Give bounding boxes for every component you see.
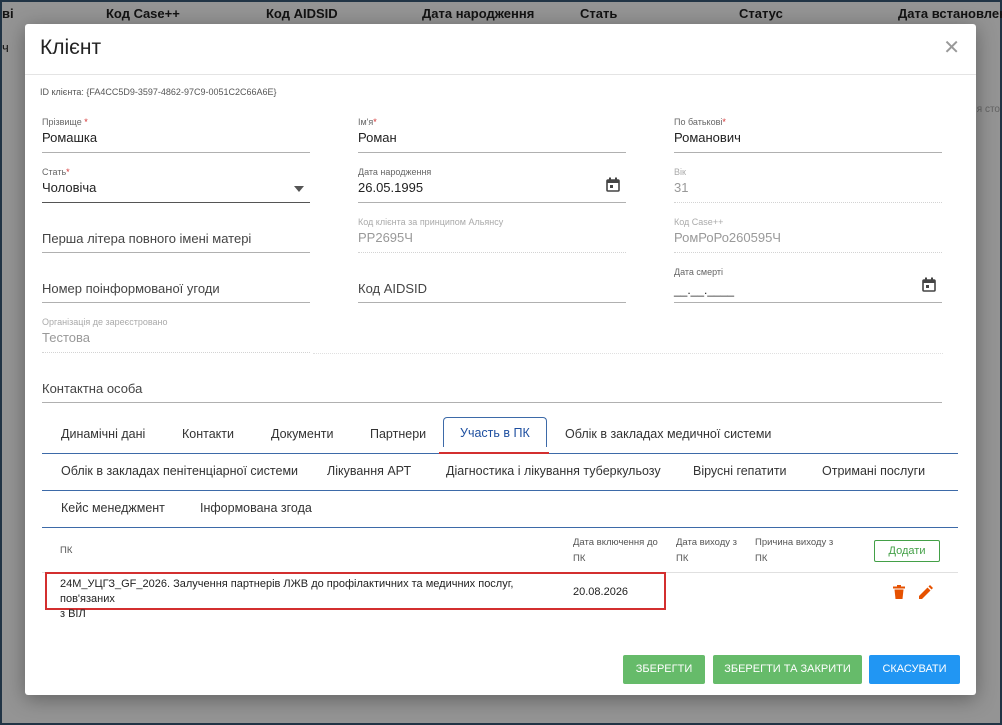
aidsid-code-placeholder: Код AIDSID xyxy=(358,281,428,296)
th-date-in-line1: Дата включення до xyxy=(573,537,658,548)
name-value: Роман xyxy=(358,130,397,145)
organization-label: Організація де зареєстровано xyxy=(42,317,168,327)
name-field[interactable]: Ім'я* Роман xyxy=(358,117,626,153)
th-date-out: Дата виходу з ПК xyxy=(676,535,737,567)
tabs-row-3: Кейс менеджмент Інформована згода xyxy=(42,491,958,528)
tab-pk-participation[interactable]: Участь в ПК xyxy=(443,417,547,447)
surname-label: Прізвище xyxy=(42,117,82,127)
death-date-field[interactable]: Дата смерті __.__.____ xyxy=(674,267,942,303)
patronymic-value: Романович xyxy=(674,130,741,145)
mother-letter-field[interactable]: Перша літера повного імені матері xyxy=(42,217,310,253)
aidsid-code-field[interactable]: Код AIDSID xyxy=(358,267,626,303)
th-reason-line2: ПК xyxy=(755,553,768,564)
th-reason: Причина виходу з ПК xyxy=(755,535,833,567)
chevron-down-icon[interactable] xyxy=(294,179,304,197)
death-date-value: __.__.____ xyxy=(674,283,735,297)
birth-date-value: 26.05.1995 xyxy=(358,180,424,195)
calendar-icon[interactable] xyxy=(606,177,620,197)
birth-date-label: Дата народження xyxy=(358,167,432,177)
th-reason-line1: Причина виходу з xyxy=(755,537,834,548)
age-label: Вік xyxy=(674,167,686,177)
calendar-icon[interactable] xyxy=(922,277,936,297)
birth-date-field[interactable]: Дата народження 26.05.1995 xyxy=(358,167,626,203)
alliance-code-field: Код клієнта за принципом Альянсу РР2695Ч xyxy=(358,217,626,253)
pk-line-1: 24М_УЦГЗ_GF_2026. Залучення партнерів ЛЖ… xyxy=(60,578,514,605)
tab-hepatitis[interactable]: Вірусні гепатити xyxy=(693,464,787,478)
case-code-field: Код Case++ РомРоРо260595Ч xyxy=(674,217,942,253)
patronymic-label: По батькові xyxy=(674,117,723,127)
th-pk: ПК xyxy=(60,545,73,556)
surname-field[interactable]: Прізвище * Ромашка xyxy=(42,117,310,153)
close-icon[interactable]: ✕ xyxy=(943,38,960,58)
tab-partners[interactable]: Партнери xyxy=(370,427,426,441)
mother-letter-placeholder: Перша літера повного імені матері xyxy=(42,231,252,246)
tabs-row-1: Динамічні дані Контакти Документи Партне… xyxy=(42,417,958,454)
sex-select[interactable]: Стать* Чоловіча xyxy=(42,167,310,203)
title-divider xyxy=(25,74,976,75)
tab-case-management[interactable]: Кейс менеджмент xyxy=(61,501,165,515)
required-mark: * xyxy=(84,117,88,127)
table-row-date-in: 20.08.2026 xyxy=(573,586,629,598)
tab-penitentiary[interactable]: Облік в закладах пенітенціарної системи xyxy=(61,464,298,478)
tab-contacts[interactable]: Контакти xyxy=(182,427,234,441)
pk-line-2: з ВІЛ xyxy=(60,608,86,620)
client-modal: Клієнт ✕ ID клієнта: {FA4CC5D9-3597-4862… xyxy=(25,24,976,695)
tab-tuberculosis[interactable]: Діагностика і лікування туберкульозу xyxy=(446,464,661,478)
modal-title: Клієнт xyxy=(40,36,102,59)
row-divider xyxy=(313,353,943,354)
th-date-in: Дата включення до ПК xyxy=(573,535,658,567)
contact-person-field[interactable]: Контактна особа xyxy=(42,367,942,403)
required-mark: * xyxy=(722,117,726,127)
required-mark: * xyxy=(66,167,70,177)
delete-icon[interactable] xyxy=(893,585,905,604)
required-mark: * xyxy=(373,117,377,127)
sex-value: Чоловіча xyxy=(42,180,97,195)
alliance-code-value: РР2695Ч xyxy=(358,230,413,245)
organization-value: Тестова xyxy=(42,330,90,345)
th-date-out-line2: ПК xyxy=(676,553,689,564)
tab-services[interactable]: Отримані послуги xyxy=(822,464,925,478)
tabs-row-2: Облік в закладах пенітенціарної системи … xyxy=(42,454,958,491)
th-date-in-line2: ПК xyxy=(573,553,586,564)
save-close-button[interactable]: ЗБЕРЕГТИ ТА ЗАКРИТИ xyxy=(713,655,862,684)
agreement-number-field[interactable]: Номер поінформованої угоди xyxy=(42,267,310,303)
table-row-pk: 24М_УЦГЗ_GF_2026. Залучення партнерів ЛЖ… xyxy=(60,577,570,622)
tab-informed-consent[interactable]: Інформована згода xyxy=(200,501,312,515)
contact-person-placeholder: Контактна особа xyxy=(42,381,143,396)
tab-art-treatment[interactable]: Лікування АРТ xyxy=(327,464,411,478)
tab-dynamic-data[interactable]: Динамічні дані xyxy=(61,427,145,441)
cancel-button[interactable]: СКАСУВАТИ xyxy=(869,655,960,684)
organization-field: Організація де зареєстровано Тестова xyxy=(42,317,310,353)
patronymic-field[interactable]: По батькові* Романович xyxy=(674,117,942,153)
th-date-out-line1: Дата виходу з xyxy=(676,537,738,548)
age-value: 31 xyxy=(674,180,689,195)
add-button[interactable]: Додати xyxy=(874,540,940,562)
case-code-label: Код Case++ xyxy=(674,217,724,227)
name-label: Ім'я xyxy=(358,117,374,127)
alliance-code-label: Код клієнта за принципом Альянсу xyxy=(358,217,504,227)
edit-icon[interactable] xyxy=(919,585,933,604)
case-code-value: РомРоРо260595Ч xyxy=(674,230,781,245)
save-button[interactable]: ЗБЕРЕГТИ xyxy=(623,655,705,684)
tab-medical-system[interactable]: Облік в закладах медичної системи xyxy=(565,427,771,441)
death-date-label: Дата смерті xyxy=(674,267,724,277)
client-id: ID клієнта: {FA4CC5D9-3597-4862-97C9-005… xyxy=(40,87,277,97)
agreement-number-placeholder: Номер поінформованої угоди xyxy=(42,281,220,296)
tab-documents[interactable]: Документи xyxy=(271,427,333,441)
sex-label: Стать xyxy=(42,167,67,177)
age-field: Вік 31 xyxy=(674,167,942,203)
surname-value: Ромашка xyxy=(42,130,98,145)
